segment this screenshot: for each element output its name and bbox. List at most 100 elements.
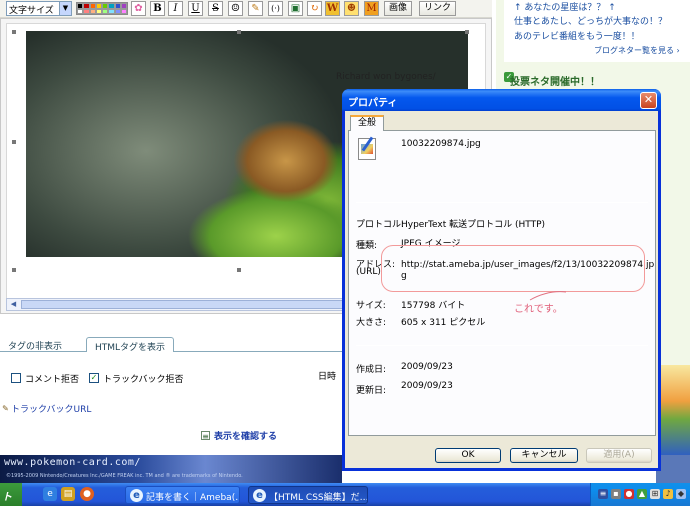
created-label: 作成日: [356,365,387,375]
updated-label: 更新日: [356,386,387,396]
link-button[interactable]: リンク [419,1,457,16]
smile-icon: ☺ [231,3,240,14]
monkey-button[interactable]: M [364,1,379,16]
protocol-label: プロトコル: [356,220,405,230]
confirm-display-link[interactable]: 表示を確認する [214,429,277,442]
taskbar-item-label: 記事を書く｜Ameba(… [146,493,240,503]
comment-reject-checkbox[interactable] [11,373,21,383]
tray-icon-4[interactable]: ▲ [637,489,647,499]
resize-handle[interactable] [237,30,241,34]
url-label: (URL) [356,267,381,277]
resize-handle[interactable] [237,268,241,272]
trackback-reject-label: トラックバック拒否 [103,375,184,385]
ok-button[interactable]: OK [435,448,501,463]
dimensions-label: 大きさ: [356,318,387,328]
trackback-icon: ✎ [2,404,9,413]
color-wheel-button[interactable]: ✿ [131,1,146,16]
preview-icon: ≡ [201,431,210,441]
security-icon[interactable]: ◆ [676,489,686,499]
banner-url: www.pokemon-card.com/ [4,457,141,468]
close-icon[interactable]: ✕ [640,92,657,109]
blog-neta-list-link[interactable]: ブログネター覧を見る › [594,45,680,56]
scroll-left-icon[interactable]: ◀ [7,299,20,310]
taskbar-item-html-css[interactable]: e 【HTML CSS編集】だ… [248,486,368,504]
photo-caption: Richard won bygones/ [336,72,436,82]
ie-icon[interactable]: e [43,487,57,501]
start-button[interactable]: ト [0,483,22,506]
stamp-button[interactable]: ✎ [248,1,263,16]
type-label: 種類: [356,241,378,251]
annotation-outline [381,245,645,292]
cancel-button[interactable]: キャンセル [510,448,578,463]
w-button[interactable]: W [325,1,340,16]
banner-right-image [656,455,690,483]
vote-heading[interactable]: 投票ネタ開催中！！ [510,73,600,88]
color-swatch[interactable] [120,8,127,14]
quote-button[interactable]: (·) [268,1,283,16]
dimensions-value: 605 x 311 ピクセル [401,318,486,328]
size-label: サイズ: [356,301,386,311]
banner-copyright: ©1995-2009 Nintendo/Creatures Inc./GAME … [6,473,243,479]
quote-icon: (·) [271,4,280,13]
redo-button[interactable]: ↻ [307,1,322,16]
taskbar-item-ameba[interactable]: e 記事を書く｜Ameba(… [125,486,240,504]
w-icon: W [326,3,339,14]
resize-handle[interactable] [12,268,16,272]
network-icon[interactable]: ⊞ [650,489,660,499]
separator [356,202,648,203]
resize-handle[interactable] [12,140,16,144]
ie-icon: e [253,489,266,502]
palette-icon: ✿ [134,3,143,14]
protocol-value: HyperText 転送プロトコル (HTTP) [401,220,546,230]
font-size-label: 文字サイズ [9,6,54,16]
chevron-down-icon: ▼ [59,2,71,15]
chevron-right-icon: › [676,46,680,55]
redo-icon: ↻ [310,3,319,14]
file-name: 10032209874.jpg [401,139,481,149]
save-button[interactable]: ▣ [288,1,303,16]
apply-button[interactable]: 適用(A) [586,448,652,463]
updated-value: 2009/09/23 [401,381,453,391]
strike-button[interactable]: S [208,1,223,16]
face-icon: ☻ [347,3,356,14]
tray-icon-3[interactable]: ● [624,489,634,499]
size-value: 157798 バイト [401,301,466,311]
disk-icon: ▣ [290,3,301,14]
italic-button[interactable]: I [168,1,183,16]
emoji-button[interactable]: ☺ [228,1,243,16]
annotation-note: これです。 [514,304,563,315]
image-button[interactable]: 画像 [384,1,413,16]
sidebar-item-tv[interactable]: あのテレビ番組をもう一度！！ [514,29,640,42]
ie-icon: e [130,489,143,502]
tab-general[interactable]: 全般 [350,115,384,131]
tray-icon-2[interactable]: ▪ [611,489,621,499]
trackback-reject-checkbox[interactable]: ✓ [89,373,99,383]
firefox-icon[interactable]: ● [80,487,94,501]
dialog-title: プロパティ [348,98,398,109]
tab-show-html[interactable]: HTMLタグを表示 [86,337,175,353]
color-palette[interactable] [76,2,128,15]
tray-icon-1[interactable]: ≡ [598,489,608,499]
created-value: 2009/09/23 [401,362,453,372]
underline-button[interactable]: U [188,1,203,16]
comment-reject-label: コメント拒否 [25,375,80,385]
taskbar-item-label: 【HTML CSS編集】だ… [269,493,368,503]
separator [356,345,648,346]
folder-icon[interactable]: ▤ [61,487,75,501]
monkey-icon: M [366,3,377,14]
face-button[interactable]: ☻ [344,1,359,16]
character-image [656,365,690,455]
tab-hide-tags[interactable]: タグの非表示 [0,337,70,352]
sidebar-item-zodiac[interactable]: ↑ あなたの星座は？？ ↑ [514,0,616,13]
image-file-icon [358,136,376,160]
resize-handle[interactable] [465,30,469,34]
stamp-icon: ✎ [251,3,260,14]
date-label: 日時 [318,372,337,382]
sidebar-item-work[interactable]: 仕事とあたし、どっちが大事なの！？ [514,14,667,27]
bold-button[interactable]: B [150,1,165,16]
trackback-url-link[interactable]: トラックバックURL [11,402,91,415]
resize-handle[interactable] [12,30,16,34]
volume-icon[interactable]: ♪ [663,489,673,499]
more-link-label: ブログネター覧を見る [594,46,674,55]
font-size-select[interactable]: 文字サイズ ▼ [6,1,72,16]
